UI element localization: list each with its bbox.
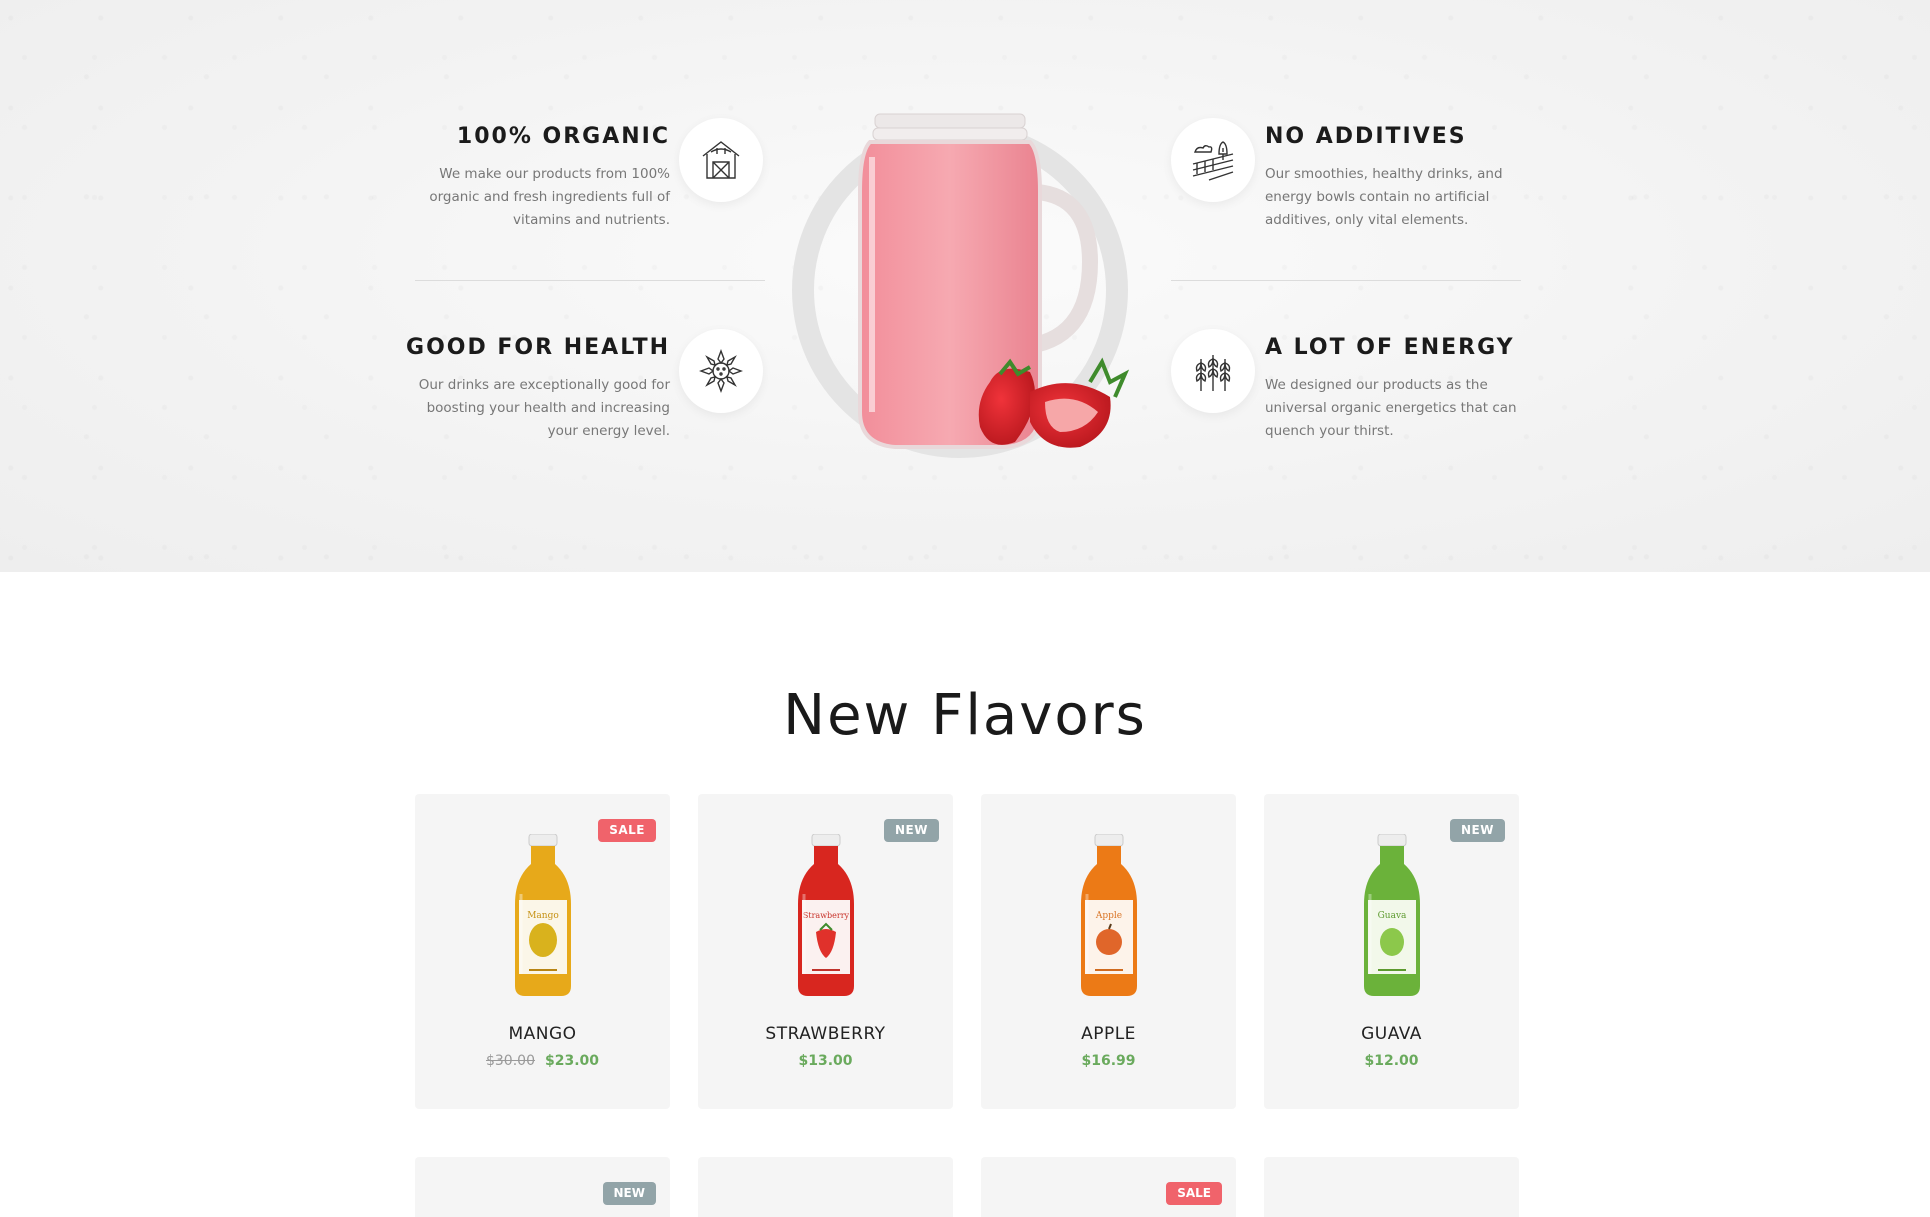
product-card-mango[interactable]: SALE Mango MANGO $30.00 $23.00 [415,794,670,1109]
current-price: $16.99 [1081,1053,1136,1069]
product-name[interactable]: GUAVA [1264,1024,1519,1044]
current-price: $12.00 [1364,1053,1419,1069]
feature-health-title: GOOD FOR HEALTH [406,335,670,360]
feature-health: GOOD FOR HEALTH Our drinks are exception… [315,335,670,443]
current-price: $13.00 [798,1053,853,1069]
feature-additives-title: NO ADDITIVES [1265,124,1467,149]
feature-health-desc: Our drinks are exceptionally good for bo… [418,377,670,439]
feature-energy-title: A LOT OF ENERGY [1265,335,1515,360]
current-price: $23.00 [544,1053,600,1069]
strawberry-bottle-image: Strawberry [798,834,854,996]
strawberry-bottle-label: Strawberry [803,911,850,920]
mango-bottle-label: Mango [527,911,559,921]
feature-energy-desc: We designed our products as the universa… [1265,377,1517,439]
sunflower-icon [679,329,763,413]
feature-organic-title: 100% ORGANIC [456,124,670,149]
sale-badge: SALE [598,819,656,842]
feature-divider-right [1171,280,1521,281]
new-flavors-title: New Flavors [783,683,1147,748]
apple-bottle-image: Apple [1081,834,1137,996]
product-card-row2-1[interactable]: NEW [415,1157,670,1217]
feature-additives: NO ADDITIVES Our smoothies, healthy drin… [1265,124,1535,232]
guava-bottle-image: Guava [1364,834,1420,996]
product-card-guava[interactable]: NEW Guava GUAVA $12.00 [1264,794,1519,1109]
product-card-strawberry[interactable]: NEW Strawberry STRAWBERRY $13.00 [698,794,953,1109]
feature-additives-desc: Our smoothies, healthy drinks, and energ… [1265,166,1503,228]
product-name[interactable]: APPLE [981,1024,1236,1044]
sale-badge: SALE [1166,1182,1222,1205]
mango-bottle-image: Mango [515,834,571,996]
new-badge: NEW [1450,819,1505,842]
product-card-row2-2[interactable] [698,1157,953,1217]
smoothie-jar-image [858,113,1130,449]
feature-divider-left [415,280,765,281]
product-name[interactable]: STRAWBERRY [698,1024,953,1044]
feature-organic: 100% ORGANIC We make our products from 1… [315,124,670,232]
feature-energy: A LOT OF ENERGY We designed our products… [1265,335,1535,443]
product-price: $13.00 [698,1053,953,1069]
old-price: $30.00 [485,1053,535,1069]
product-card-apple[interactable]: Apple APPLE $16.99 [981,794,1236,1109]
product-price: $16.99 [981,1053,1236,1069]
new-badge: NEW [602,1182,656,1205]
product-card-row2-3[interactable]: SALE [981,1157,1236,1217]
product-price: $12.00 [1264,1053,1519,1069]
product-card-row2-4[interactable] [1264,1157,1519,1217]
product-name[interactable]: MANGO [415,1024,670,1044]
feature-organic-desc: We make our products from 100% organic a… [429,166,670,228]
wheat-icon [1171,329,1255,413]
barn-icon [679,118,763,202]
new-badge: NEW [884,819,939,842]
features-section: 100% ORGANIC We make our products from 1… [0,0,1930,572]
apple-bottle-label: Apple [1095,911,1122,921]
product-price: $30.00 $23.00 [415,1053,670,1069]
guava-bottle-label: Guava [1378,911,1407,921]
farm-field-icon [1171,118,1255,202]
